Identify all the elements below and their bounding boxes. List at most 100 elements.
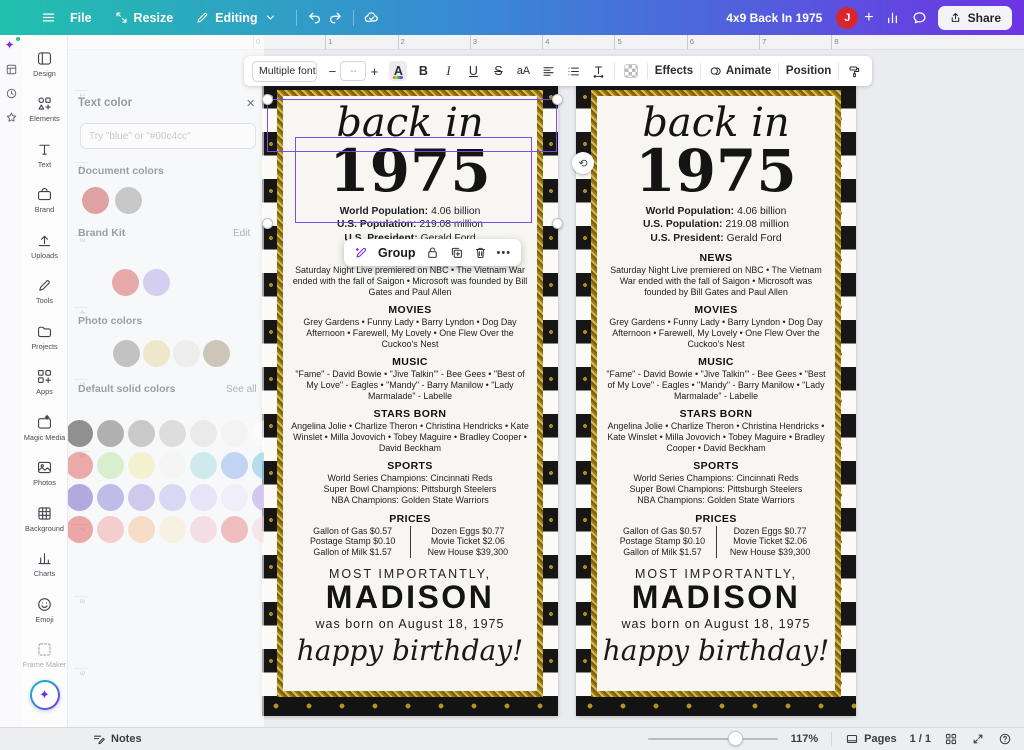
close-icon[interactable]: ✕ — [246, 97, 255, 110]
photo-swatch-0[interactable] — [113, 340, 140, 367]
underline-button[interactable]: U — [464, 61, 482, 81]
sidebar-item-uploads[interactable]: Uploads — [22, 223, 68, 269]
prices-heading[interactable]: PRICES — [288, 513, 532, 525]
sidebar-item-photos[interactable]: Photos — [22, 451, 68, 497]
sidebar-item-charts[interactable]: Charts — [22, 542, 68, 588]
see-all-link[interactable]: See all — [226, 384, 257, 395]
poster-card[interactable]: back in 1975 World Population:4.06 billi… — [591, 90, 841, 697]
selection-handle[interactable] — [262, 94, 273, 105]
sidebar-item-magic-media[interactable]: Magic Media — [22, 405, 68, 451]
selection-handle[interactable] — [552, 94, 563, 105]
position-button[interactable]: Position — [786, 65, 831, 77]
delete-trash-icon[interactable] — [473, 245, 488, 260]
alignment-button[interactable] — [539, 61, 557, 81]
sidebar-item-apps[interactable]: Apps — [22, 360, 68, 406]
solid-swatch-1[interactable] — [97, 420, 124, 447]
solid-swatch-5[interactable] — [221, 516, 248, 543]
doc-swatch-1[interactable] — [115, 187, 142, 214]
solid-swatch-1[interactable] — [97, 484, 124, 511]
happy-birthday-text[interactable]: happy birthday! — [602, 634, 830, 667]
solid-swatch-5[interactable] — [221, 452, 248, 479]
photo-swatch-2[interactable] — [173, 340, 200, 367]
prices-table[interactable]: Gallon of Gas $0.57Postage Stamp $0.10Ga… — [295, 526, 524, 559]
copy-style-roller-icon[interactable] — [846, 61, 864, 81]
brand-swatch-1[interactable] — [143, 269, 170, 296]
add-member-button[interactable]: + — [864, 9, 873, 27]
solid-swatch-3[interactable] — [159, 484, 186, 511]
redo-icon[interactable] — [327, 9, 344, 26]
zoom-slider-knob[interactable] — [728, 731, 743, 746]
photo-swatch-3[interactable] — [203, 340, 230, 367]
sidebar-item-projects[interactable]: Projects — [22, 314, 68, 360]
bold-button[interactable]: B — [414, 61, 432, 81]
solid-swatch-2[interactable] — [128, 452, 155, 479]
solid-swatch-0[interactable] — [68, 484, 93, 511]
solid-swatch-5[interactable] — [221, 420, 248, 447]
sidebar-item-brand[interactable]: Brand — [22, 178, 68, 224]
resize-button[interactable]: Resize — [105, 5, 183, 30]
born-text[interactable]: was born on August 18, 1975 — [602, 617, 830, 631]
color-search-input[interactable]: Try "blue" or "#00c4cc" — [80, 123, 256, 149]
sidebar-item-background[interactable]: Background — [22, 496, 68, 542]
zoom-level[interactable]: 117% — [791, 733, 819, 745]
starred-icon[interactable] — [5, 111, 18, 124]
transparency-button[interactable] — [622, 61, 640, 81]
lock-icon[interactable] — [425, 245, 440, 260]
solid-swatch-3[interactable] — [159, 452, 186, 479]
sidebar-item-tools[interactable]: Tools — [22, 269, 68, 315]
share-button[interactable]: Share — [938, 6, 1012, 30]
selection-handle[interactable] — [262, 218, 273, 229]
solid-swatch-2[interactable] — [128, 516, 155, 543]
solid-swatch-1[interactable] — [97, 452, 124, 479]
year-text[interactable]: 1975 — [288, 144, 532, 199]
notes-button[interactable]: Notes — [92, 732, 142, 746]
prices-table[interactable]: Gallon of Gas $0.57Postage Stamp $0.10Ga… — [609, 526, 823, 559]
solid-swatch-3[interactable] — [159, 420, 186, 447]
templates-icon[interactable] — [5, 63, 18, 76]
solid-swatch-2[interactable] — [128, 420, 155, 447]
brand-swatch-0[interactable] — [112, 269, 139, 296]
strikethrough-button[interactable]: S — [489, 61, 507, 81]
sidebar-item-emoji[interactable]: Emoji — [22, 587, 68, 633]
solid-swatch-6[interactable] — [252, 420, 264, 447]
comments-icon[interactable] — [911, 9, 928, 26]
menu-icon[interactable] — [40, 9, 57, 26]
recent-clock-icon[interactable] — [5, 87, 18, 100]
solid-swatch-4[interactable] — [190, 516, 217, 543]
prices-heading[interactable]: PRICES — [602, 513, 830, 525]
solid-swatch-6[interactable] — [252, 484, 264, 511]
document-title[interactable]: 4x9 Back In 1975 — [726, 11, 822, 25]
italic-button[interactable]: I — [439, 61, 457, 81]
text-color-button[interactable]: A — [389, 61, 407, 81]
help-icon[interactable] — [998, 732, 1012, 746]
font-size-increase-button[interactable]: + — [366, 64, 382, 79]
poster-card[interactable]: back in 1975 World Population:4.06 billi… — [277, 90, 543, 697]
fullscreen-icon[interactable] — [971, 732, 985, 746]
animate-button[interactable]: Animate — [708, 64, 771, 78]
file-button[interactable]: File — [61, 6, 101, 30]
pages-button[interactable]: Pages — [845, 732, 896, 746]
happy-birthday-text[interactable]: happy birthday! — [288, 634, 532, 667]
font-size-value[interactable]: -- — [340, 61, 366, 81]
doc-swatch-0[interactable] — [82, 187, 109, 214]
solid-swatch-0[interactable] — [68, 516, 93, 543]
font-family-select[interactable]: Multiple fonts — [252, 61, 317, 82]
solid-swatch-5[interactable] — [221, 484, 248, 511]
text-case-button[interactable]: aA — [514, 61, 532, 81]
undo-icon[interactable] — [306, 9, 323, 26]
canva-logo-icon[interactable]: ✦ — [5, 39, 18, 52]
photo-swatch-1[interactable] — [143, 340, 170, 367]
rotate-handle-icon[interactable]: ⟲ — [572, 152, 594, 174]
sidebar-item-design[interactable]: Design — [22, 41, 68, 87]
font-size-decrease-button[interactable]: − — [324, 64, 340, 79]
solid-swatch-4[interactable] — [190, 452, 217, 479]
group-button[interactable]: Group — [378, 246, 416, 260]
solid-swatch-3[interactable] — [159, 516, 186, 543]
solid-swatch-2[interactable] — [128, 484, 155, 511]
sidebar-item-frame-maker[interactable]: Frame Maker — [22, 633, 68, 679]
page-2[interactable]: back in 1975 World Population:4.06 billi… — [576, 85, 856, 716]
solid-swatch-6[interactable] — [252, 452, 264, 479]
letter-spacing-button[interactable] — [589, 61, 607, 81]
solid-swatch-6[interactable] — [252, 516, 264, 543]
sidebar-item-elements[interactable]: Elements — [22, 87, 68, 133]
